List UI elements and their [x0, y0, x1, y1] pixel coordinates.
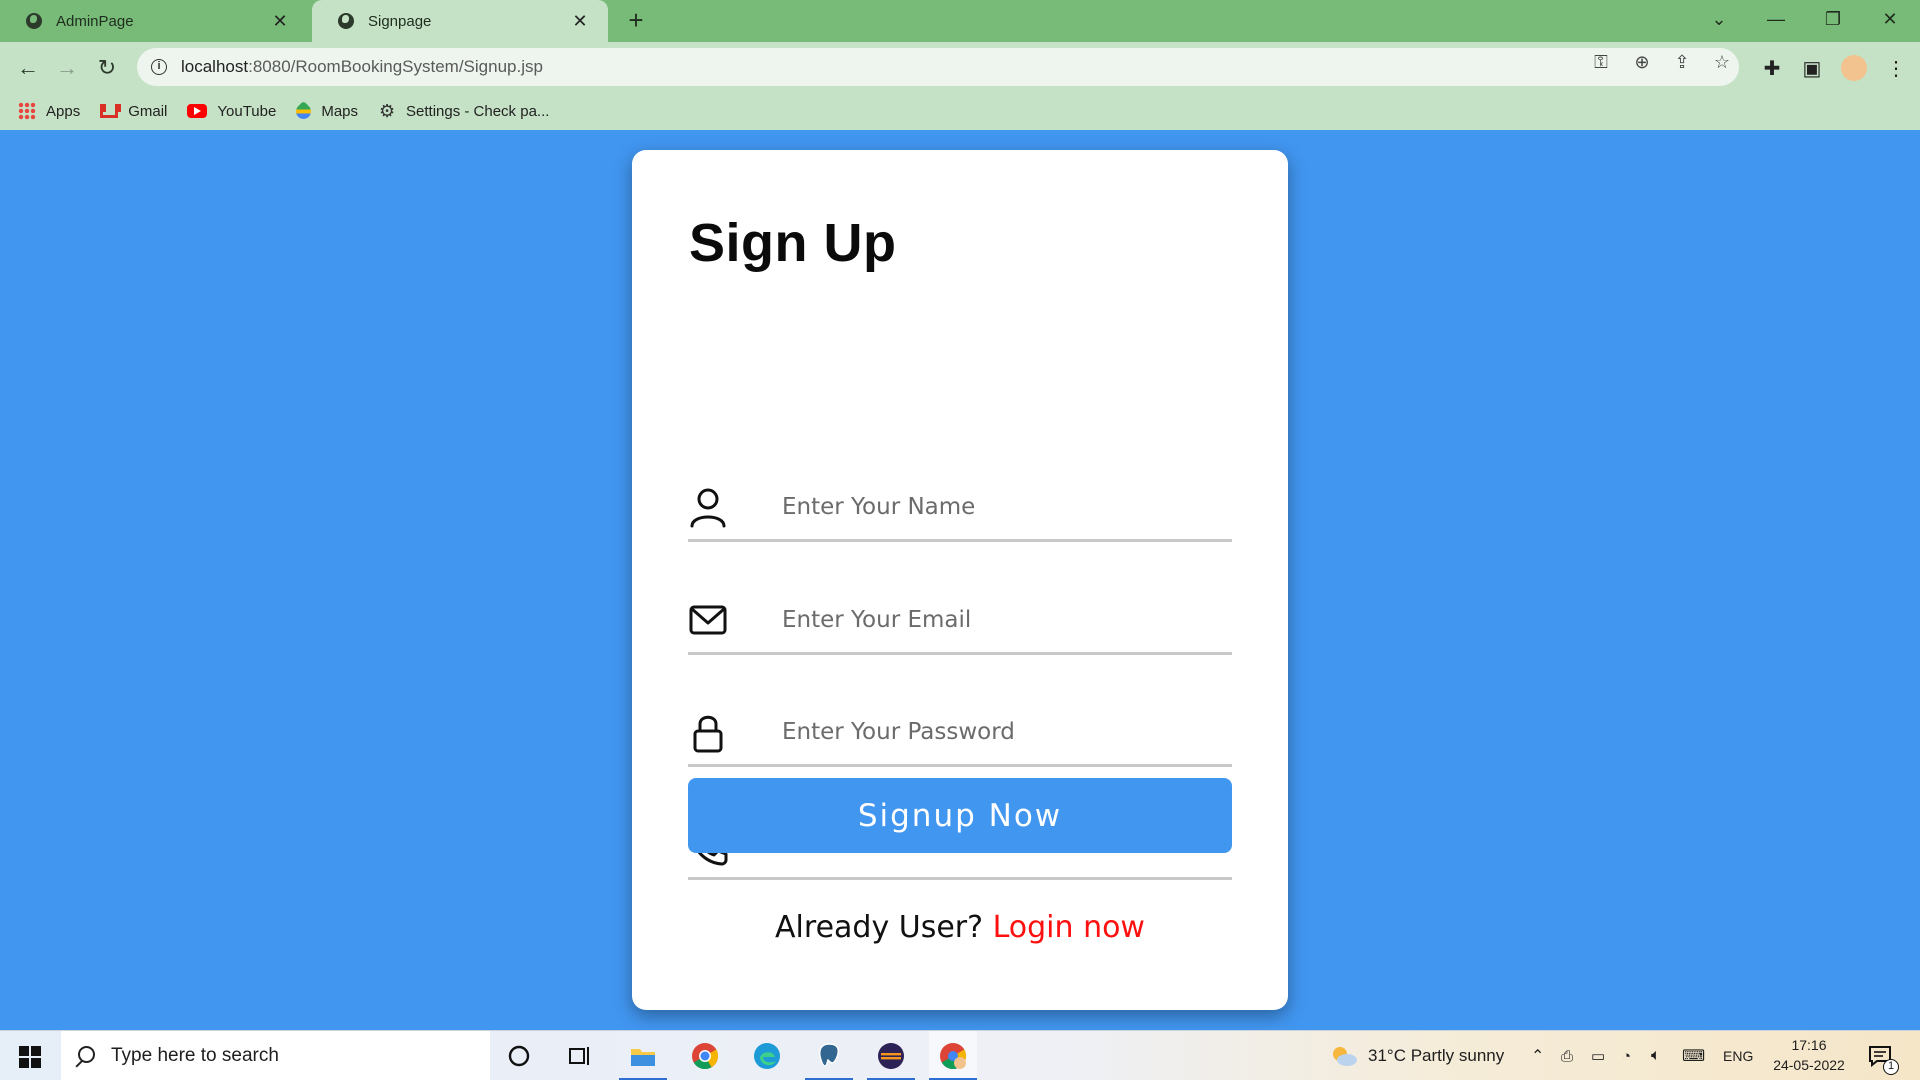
bookmark-youtube[interactable]: YouTube [187, 103, 276, 120]
clock-date: 24-05-2022 [1773, 1057, 1845, 1073]
login-link[interactable]: Login now [993, 910, 1145, 945]
name-field [688, 472, 1232, 542]
clock[interactable]: 17:16 24-05-2022 [1766, 1035, 1852, 1075]
new-tab-button[interactable]: + [622, 6, 650, 34]
taskbar-search-box[interactable]: Type here to search [61, 1031, 490, 1080]
weather-widget[interactable]: 31°C Partly sunny [1330, 1031, 1504, 1080]
search-placeholder: Type here to search [111, 1045, 279, 1066]
zoom-icon[interactable]: ⊕ [1631, 51, 1653, 73]
share-icon[interactable]: ⇪ [1671, 51, 1693, 73]
tab-signpage[interactable]: Signpage ✕ [312, 0, 608, 42]
key-icon[interactable]: ⚿ [1590, 51, 1612, 73]
youtube-icon [187, 104, 208, 118]
bookmark-label: Maps [321, 102, 359, 120]
browser-toolbar: ← → ↻ i localhost:8080/RoomBookingSystem… [0, 42, 1920, 130]
already-user-line: Already User? Login now [632, 910, 1288, 945]
close-tab-icon[interactable]: ✕ [270, 11, 290, 32]
name-input[interactable] [782, 484, 1222, 530]
browser-tab-strip: AdminPage ✕ Signpage ✕ + ⌄ — ❐ ✕ [0, 0, 1920, 42]
side-panel-icon[interactable]: ▣ [1799, 56, 1825, 82]
already-user-text: Already User? [775, 910, 984, 945]
gmail-icon [100, 104, 122, 118]
bookmark-apps[interactable]: Apps [18, 102, 80, 120]
keyboard-icon[interactable]: ⌨ [1682, 1031, 1705, 1080]
bookmarks-bar: Apps Gmail YouTube Maps ⚙ Settings - Che… [0, 92, 1920, 130]
email-input[interactable] [782, 597, 1222, 643]
globe-icon [338, 13, 354, 29]
bookmark-label: Apps [46, 102, 81, 120]
bookmark-label: Gmail [128, 102, 168, 120]
reload-icon[interactable]: ↻ [91, 52, 123, 84]
search-icon [75, 1046, 95, 1066]
bookmark-star-icon[interactable]: ☆ [1711, 51, 1733, 73]
show-hidden-icons-chevron[interactable]: ⌃ [1531, 1031, 1544, 1080]
gear-icon: ⚙ [378, 101, 396, 121]
envelope-icon [689, 605, 727, 635]
language-indicator[interactable]: ENG [1723, 1031, 1753, 1080]
windows-start-icon[interactable] [0, 1031, 60, 1080]
bookmark-label: YouTube [217, 102, 277, 120]
signup-card: Sign Up Signup Now Already User? L [632, 150, 1288, 1010]
close-window-button[interactable]: ✕ [1870, 0, 1910, 40]
globe-icon [26, 13, 42, 29]
lock-icon [693, 715, 723, 753]
back-arrow-icon[interactable]: ← [12, 52, 44, 84]
signup-button[interactable]: Signup Now [688, 778, 1232, 853]
cortana-icon[interactable] [495, 1031, 543, 1080]
chrome-icon[interactable] [681, 1031, 729, 1080]
file-explorer-icon[interactable] [619, 1031, 667, 1080]
site-info-icon[interactable]: i [151, 59, 167, 75]
minimize-button[interactable]: — [1756, 0, 1796, 40]
restore-button[interactable]: ❐ [1813, 0, 1853, 40]
bookmark-maps[interactable]: Maps [293, 100, 359, 122]
apps-grid-icon [18, 102, 36, 120]
extensions-puzzle-icon[interactable]: ✚ [1759, 56, 1785, 82]
tab-title: Signpage [368, 12, 432, 30]
user-icon [690, 488, 726, 528]
bookmark-gmail[interactable]: Gmail [100, 103, 167, 120]
password-field [688, 697, 1232, 767]
battery-icon[interactable]: ▭ [1591, 1031, 1605, 1080]
edge-icon[interactable] [743, 1031, 791, 1080]
tab-adminpage[interactable]: AdminPage ✕ [0, 0, 308, 42]
wifi-icon[interactable]: ◔ [1622, 1031, 1631, 1080]
url-text: localhost:8080/RoomBookingSystem/Signup.… [181, 57, 543, 76]
notification-count-badge: 1 [1883, 1059, 1899, 1075]
tab-title: AdminPage [56, 12, 134, 30]
bookmark-settings[interactable]: ⚙ Settings - Check pa... [378, 102, 549, 120]
menu-dots-icon[interactable]: ⋮ [1883, 56, 1909, 82]
forward-arrow-icon[interactable]: → [51, 52, 83, 84]
task-view-icon[interactable] [556, 1031, 604, 1080]
maps-icon [293, 100, 315, 122]
password-input[interactable] [782, 709, 1222, 755]
bookmark-label: Settings - Check pa... [406, 102, 550, 120]
close-tab-icon[interactable]: ✕ [570, 11, 590, 32]
chrome-profile-icon[interactable] [929, 1031, 977, 1080]
address-bar[interactable]: i localhost:8080/RoomBookingSystem/Signu… [137, 48, 1739, 86]
eclipse-icon[interactable] [867, 1031, 915, 1080]
weather-text: 31°C Partly sunny [1368, 1046, 1505, 1065]
page-title: Sign Up [689, 213, 897, 273]
clock-time: 17:16 [1791, 1037, 1827, 1053]
volume-icon[interactable]: 🔈︎ [1651, 1031, 1661, 1080]
meet-now-icon[interactable]: ⎙ [1561, 1031, 1573, 1080]
windows-taskbar: Type here to search 31°C Partly sunny ⌃ … [0, 1030, 1920, 1080]
partly-sunny-icon [1333, 1047, 1357, 1066]
notifications-icon[interactable]: 1 [1868, 1031, 1899, 1080]
tab-search-chevron-icon[interactable]: ⌄ [1699, 0, 1739, 40]
postgresql-icon[interactable] [805, 1031, 853, 1080]
email-field [688, 585, 1232, 655]
profile-avatar[interactable] [1841, 55, 1867, 81]
